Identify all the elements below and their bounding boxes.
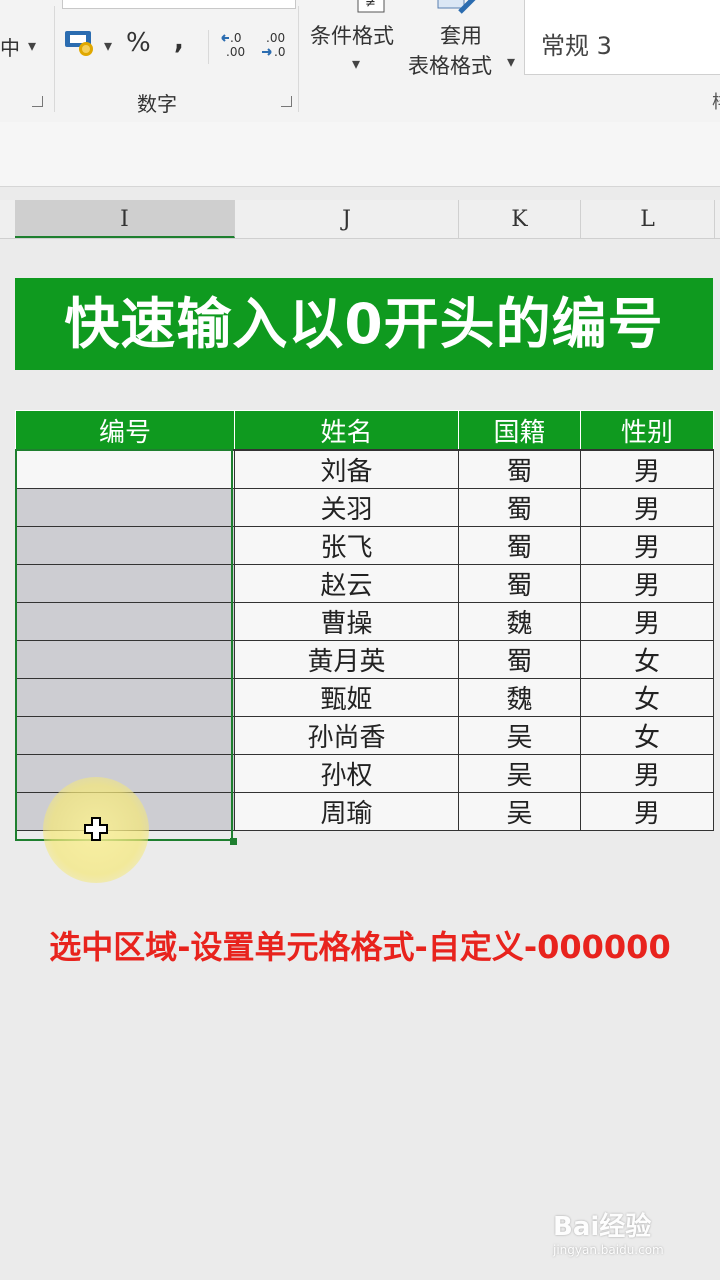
cell-gender[interactable]: 男	[580, 602, 714, 641]
format-as-table-icon[interactable]	[436, 0, 480, 20]
cell-country[interactable]: 吴	[458, 792, 581, 831]
format-as-table-line2[interactable]: 表格格式	[408, 50, 492, 80]
data-table: 编号 姓名 国籍 性别 刘备 蜀 男 关羽 蜀 男 张飞 蜀 男 赵云 蜀 男 …	[15, 410, 714, 831]
cell-style-gallery[interactable]: 常规 3	[524, 0, 720, 75]
cell-select-cursor-icon	[84, 817, 108, 845]
svg-text:.00: .00	[226, 45, 245, 59]
cell-id[interactable]	[15, 564, 235, 603]
styles-group-label-partial: 样	[712, 88, 720, 114]
cell-name[interactable]: 周瑜	[234, 792, 459, 831]
header-country[interactable]: 国籍	[458, 410, 581, 451]
cell-id[interactable]	[15, 488, 235, 527]
table-row: 黄月英 蜀 女	[15, 640, 714, 679]
table-row: 孙尚香 吴 女	[15, 716, 714, 755]
cell-country[interactable]: 吴	[458, 716, 581, 755]
header-name[interactable]: 姓名	[234, 410, 459, 451]
formula-bar-area	[0, 122, 720, 187]
chevron-down-icon[interactable]: ▾	[507, 52, 515, 71]
cell-style-normal-3[interactable]: 常规 3	[541, 26, 612, 61]
chevron-down-icon[interactable]: ▾	[352, 54, 360, 73]
cell-country[interactable]: 蜀	[458, 526, 581, 565]
cell-country[interactable]: 吴	[458, 754, 581, 793]
table-row: 关羽 蜀 男	[15, 488, 714, 527]
format-as-table-line1[interactable]: 套用	[440, 20, 482, 50]
cell-gender[interactable]: 男	[580, 754, 714, 793]
cell-id[interactable]	[15, 678, 235, 717]
baidu-jingyan-watermark: Bai经验 jingyan.baidu.com	[553, 1206, 664, 1257]
cell-gender[interactable]: 女	[580, 640, 714, 679]
cell-gender[interactable]: 男	[580, 488, 714, 527]
conditional-format-icon[interactable]: ≠	[356, 0, 386, 20]
svg-text:≠: ≠	[365, 0, 376, 11]
cell-name[interactable]: 关羽	[234, 488, 459, 527]
svg-text:.0: .0	[274, 45, 285, 59]
chevron-down-icon[interactable]: ▾	[104, 36, 112, 55]
cell-gender[interactable]: 男	[580, 792, 714, 831]
cell-country[interactable]: 蜀	[458, 449, 581, 489]
table-row: 甄姬 魏 女	[15, 678, 714, 717]
instruction-text: 选中区域-设置单元格格式-自定义-000000	[49, 928, 671, 966]
number-group-label: 数字	[137, 92, 177, 116]
number-format-launcher-icon[interactable]	[281, 96, 292, 107]
column-header-j[interactable]: J	[235, 200, 459, 238]
conditional-format-button[interactable]: 条件格式	[310, 20, 394, 50]
separator	[54, 6, 55, 112]
column-headers: I J K L	[0, 200, 720, 239]
cell-name[interactable]: 孙尚香	[234, 716, 459, 755]
cell-country[interactable]: 蜀	[458, 564, 581, 603]
cell-id[interactable]	[15, 602, 235, 641]
cell-name[interactable]: 曹操	[234, 602, 459, 641]
comma-style-button[interactable]: ,	[174, 26, 184, 56]
cell-country[interactable]: 蜀	[458, 640, 581, 679]
table-row: 曹操 魏 男	[15, 602, 714, 641]
cell-country[interactable]: 蜀	[458, 488, 581, 527]
chevron-down-icon[interactable]: ▾	[28, 36, 36, 55]
cell-name[interactable]: 张飞	[234, 526, 459, 565]
cell-id[interactable]	[15, 449, 235, 489]
cell-country[interactable]: 魏	[458, 678, 581, 717]
table-row: 刘备 蜀 男	[15, 449, 714, 489]
cell-id[interactable]	[15, 640, 235, 679]
header-gender[interactable]: 性别	[580, 410, 714, 451]
watermark-url: jingyan.baidu.com	[553, 1243, 664, 1257]
table-row: 张飞 蜀 男	[15, 526, 714, 565]
cell-name[interactable]: 黄月英	[234, 640, 459, 679]
cell-id[interactable]	[15, 526, 235, 565]
fill-handle[interactable]	[230, 838, 237, 845]
svg-text:.00: .00	[266, 31, 285, 45]
separator	[208, 30, 209, 64]
cell-gender[interactable]: 男	[580, 449, 714, 489]
header-id[interactable]: 编号	[15, 410, 235, 451]
cell-country[interactable]: 魏	[458, 602, 581, 641]
ribbon: 中 ▾ ▾ % , .0 .00 .00 .0 数字 ≠ 条件格式 ▾ 套用 表…	[0, 0, 720, 123]
sheet-title-banner[interactable]: 快速输入以0开头的编号	[15, 278, 713, 370]
decrease-decimal-icon[interactable]: .00 .0	[260, 30, 290, 64]
cell-name[interactable]: 赵云	[234, 564, 459, 603]
alignment-launcher-icon[interactable]	[32, 96, 43, 107]
number-format-dropdown-edge[interactable]	[62, 0, 296, 9]
svg-text:.0: .0	[230, 31, 241, 45]
column-header-l[interactable]: L	[581, 200, 715, 238]
separator	[298, 6, 299, 112]
cell-gender[interactable]: 男	[580, 526, 714, 565]
watermark-brand: Bai经验	[553, 1212, 652, 1242]
merge-center-button[interactable]: 中	[0, 32, 20, 61]
cell-name[interactable]: 甄姬	[234, 678, 459, 717]
column-header-k[interactable]: K	[459, 200, 581, 238]
percent-style-button[interactable]: %	[126, 28, 151, 58]
column-header-i[interactable]: I	[15, 200, 235, 238]
cell-name[interactable]: 孙权	[234, 754, 459, 793]
cell-id[interactable]	[15, 716, 235, 755]
table-row: 赵云 蜀 男	[15, 564, 714, 603]
cell-gender[interactable]: 女	[580, 678, 714, 717]
cell-name[interactable]: 刘备	[234, 449, 459, 489]
increase-decimal-icon[interactable]: .0 .00	[220, 30, 250, 64]
cell-gender[interactable]: 男	[580, 564, 714, 603]
accounting-format-icon[interactable]	[64, 28, 98, 62]
cell-gender[interactable]: 女	[580, 716, 714, 755]
table-header-row: 编号 姓名 国籍 性别	[15, 410, 714, 451]
